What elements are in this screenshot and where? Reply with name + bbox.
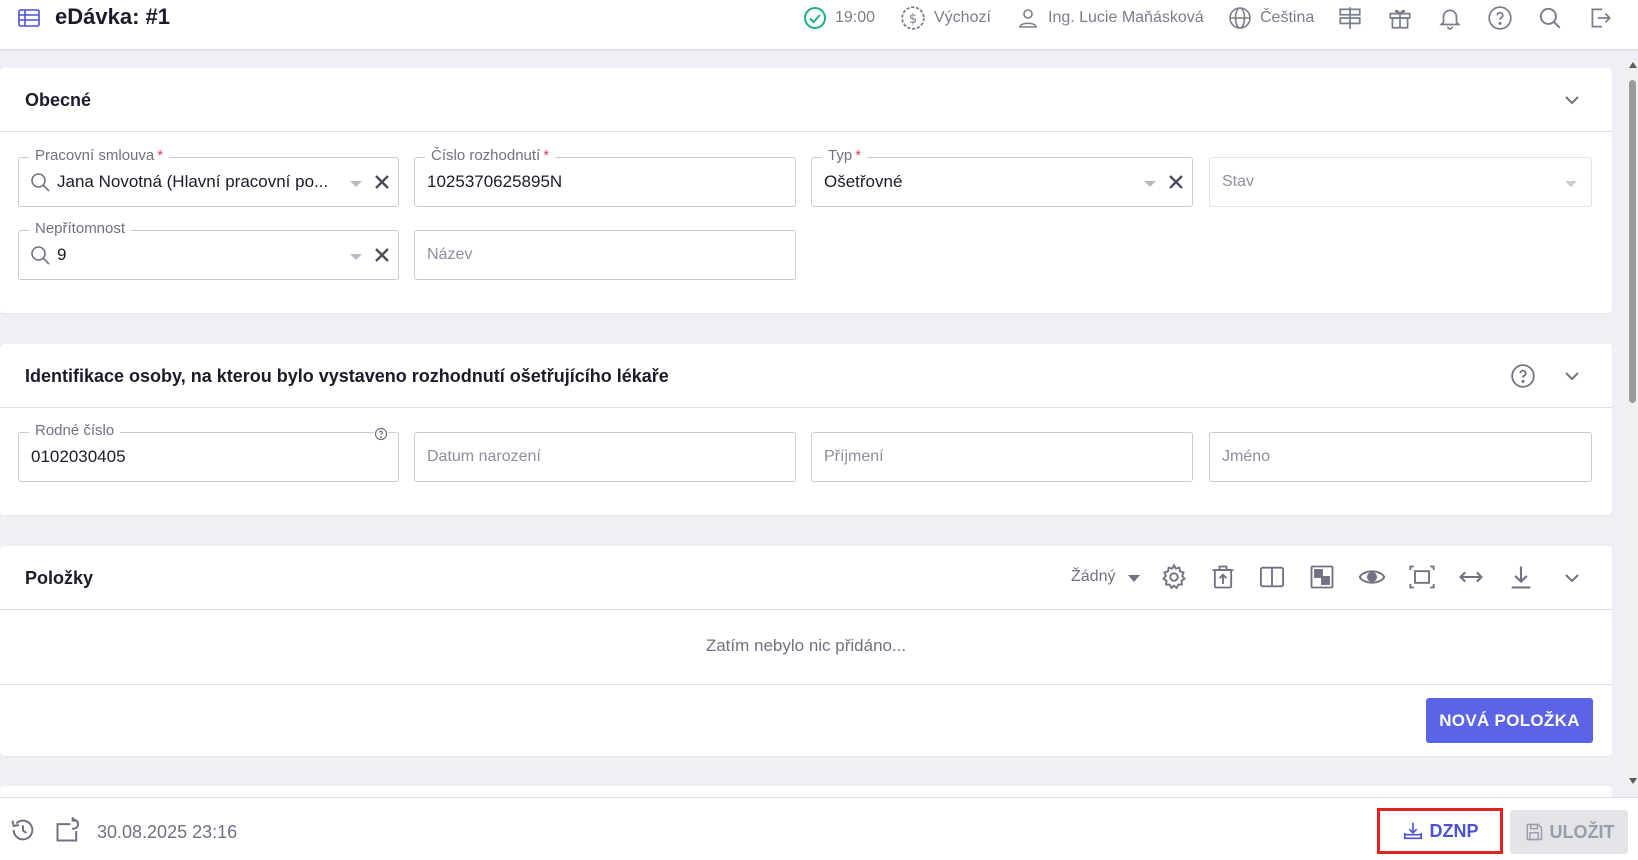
field-value: Jana Novotná (Hlavní pracovní po... <box>57 172 329 191</box>
close-icon[interactable] <box>372 245 392 265</box>
time-text: 19:00 <box>835 9 876 26</box>
jmeno-field[interactable]: Jméno <box>1209 432 1592 482</box>
user-icon <box>1019 9 1037 28</box>
scrollbar-thumb[interactable] <box>1629 80 1636 403</box>
typ-field[interactable]: Typ * Ošetřovné <box>811 147 1193 207</box>
chevron-down-icon[interactable] <box>1562 90 1582 110</box>
currency-selector[interactable]: $ Výchozí <box>900 5 991 31</box>
section-obecne-header[interactable]: Obecné <box>0 68 1612 132</box>
check-circle-icon <box>804 7 826 29</box>
search-icon[interactable] <box>1537 5 1563 31</box>
rodne-cislo-field[interactable]: Rodné číslo 0102030405 <box>18 422 399 482</box>
table-icon <box>18 9 40 27</box>
help-icon[interactable] <box>1510 363 1536 389</box>
dropdown-arrow-icon[interactable] <box>1565 181 1577 187</box>
field-value: 1025370625895N <box>427 172 563 191</box>
divider <box>0 684 1612 685</box>
gift-icon[interactable] <box>1387 5 1413 31</box>
section-polozky-header[interactable]: Položky Žádný <box>0 546 1612 610</box>
save-label: ULOŽIT <box>1549 821 1615 842</box>
dropdown-arrow-icon[interactable] <box>350 181 362 187</box>
field-placeholder: Název <box>427 246 473 263</box>
gear-icon[interactable] <box>1160 563 1188 591</box>
field-placeholder: Příjmení <box>824 448 884 465</box>
user-menu[interactable]: Ing. Lucie Maňásková <box>1016 5 1204 31</box>
scroll-down-arrow[interactable] <box>1629 778 1637 784</box>
last-saved-timestamp: 30.08.2025 23:16 <box>97 822 238 842</box>
pracovni-smlouva-field[interactable]: Pracovní smlouva * Jana Novotná (Hlavní p… <box>18 147 399 207</box>
currency-text: Výchozí <box>934 9 991 26</box>
save-button[interactable]: ULOŽIT <box>1510 810 1628 854</box>
fit-frame-icon[interactable] <box>1408 563 1436 591</box>
close-icon[interactable] <box>1166 172 1186 192</box>
currency-icon: $ <box>901 6 925 30</box>
eye-icon[interactable] <box>1358 563 1386 591</box>
globe-icon <box>1229 7 1251 29</box>
section-title: Obecné <box>25 90 92 110</box>
view-filter-select[interactable]: Žádný <box>1071 568 1115 586</box>
field-placeholder: Stav <box>1222 173 1255 190</box>
search-icon <box>31 173 50 192</box>
dznp-label: DZNP <box>1429 820 1479 841</box>
field-label: Číslo rozhodnutí <box>431 147 541 164</box>
dznp-download-button[interactable]: DZNP <box>1377 808 1503 854</box>
download-icon[interactable] <box>1507 563 1535 591</box>
signpost-icon[interactable] <box>1337 5 1363 31</box>
nepritomnost-field[interactable]: Nepřítomnost 9 <box>18 220 399 280</box>
section-polozky: Položky Žádný Zatím nebylo nic přidáno..… <box>0 546 1612 756</box>
user-name: Ing. Lucie Maňásková <box>1048 9 1204 26</box>
required-mark: * <box>855 147 862 164</box>
field-value: 9 <box>57 245 67 264</box>
field-value: Ošetřovné <box>824 172 903 191</box>
language-text: Čeština <box>1260 9 1315 26</box>
field-value: 0102030405 <box>31 447 126 466</box>
bell-icon[interactable] <box>1437 5 1463 31</box>
grid-pattern-icon[interactable] <box>1308 563 1336 591</box>
nazev-field[interactable]: Název <box>414 230 796 280</box>
dropdown-arrow-icon[interactable] <box>350 254 362 260</box>
section-identifikace: Identifikace osoby, na kterou bylo vysta… <box>0 344 1612 515</box>
datum-narozeni-field[interactable]: Datum narození <box>414 432 796 482</box>
language-selector[interactable]: Čeština <box>1228 5 1314 31</box>
field-placeholder: Jméno <box>1222 448 1271 465</box>
time-indicator[interactable]: 19:00 <box>803 5 875 31</box>
section-title: Identifikace osoby, na kterou bylo vysta… <box>25 366 669 386</box>
section-title: Položky <box>25 568 94 588</box>
required-mark: * <box>543 147 550 164</box>
search-icon <box>31 246 50 265</box>
help-icon[interactable] <box>374 427 388 441</box>
caret-down-icon[interactable] <box>1128 575 1140 582</box>
field-label: Rodné číslo <box>35 422 115 439</box>
top-bar: eDávka: #1 19:00 $ Výchozí Ing. Lucie Ma… <box>0 0 1638 50</box>
field-label: Pracovní smlouva <box>35 147 155 164</box>
field-placeholder: Datum narození <box>427 448 541 465</box>
chevron-down-icon[interactable] <box>1562 366 1582 386</box>
logout-icon[interactable] <box>1587 5 1613 31</box>
chevron-down-icon[interactable] <box>1562 568 1582 588</box>
empty-state-message: Zatím nebylo nic přidáno... <box>705 636 907 655</box>
scroll-up-arrow[interactable] <box>1629 62 1637 68</box>
stav-field[interactable]: Stav <box>1209 157 1592 207</box>
section-identifikace-header[interactable]: Identifikace osoby, na kterou bylo vysta… <box>0 344 1612 408</box>
close-icon[interactable] <box>372 172 392 192</box>
svg-text:$: $ <box>909 12 917 27</box>
section-obecne: Obecné Pracovní smlouva * Jana Novotná (H… <box>0 68 1612 313</box>
page-title: eDávka: #1 <box>55 4 170 29</box>
required-mark: * <box>157 147 164 164</box>
prijmeni-field[interactable]: Příjmení <box>811 432 1193 482</box>
revert-icon[interactable] <box>54 816 82 844</box>
cislo-rozhodnuti-field[interactable]: Číslo rozhodnutí * 1025370625895N <box>414 147 796 207</box>
new-item-button[interactable]: NOVÁ POLOŽKA <box>1426 698 1593 743</box>
arrows-horizontal-icon[interactable] <box>1457 563 1485 591</box>
help-icon[interactable] <box>1487 5 1513 31</box>
bottom-bar: 30.08.2025 23:16 DZNP ULOŽIT <box>0 797 1638 860</box>
floppy-disk-icon <box>1526 823 1542 841</box>
history-icon[interactable] <box>9 816 37 844</box>
columns-icon[interactable] <box>1258 563 1286 591</box>
download-tray-icon <box>1403 822 1422 840</box>
field-label: Nepřítomnost <box>35 220 126 237</box>
trash-upload-icon[interactable] <box>1209 563 1237 591</box>
dropdown-arrow-icon[interactable] <box>1144 181 1156 187</box>
field-label: Typ <box>828 147 853 164</box>
